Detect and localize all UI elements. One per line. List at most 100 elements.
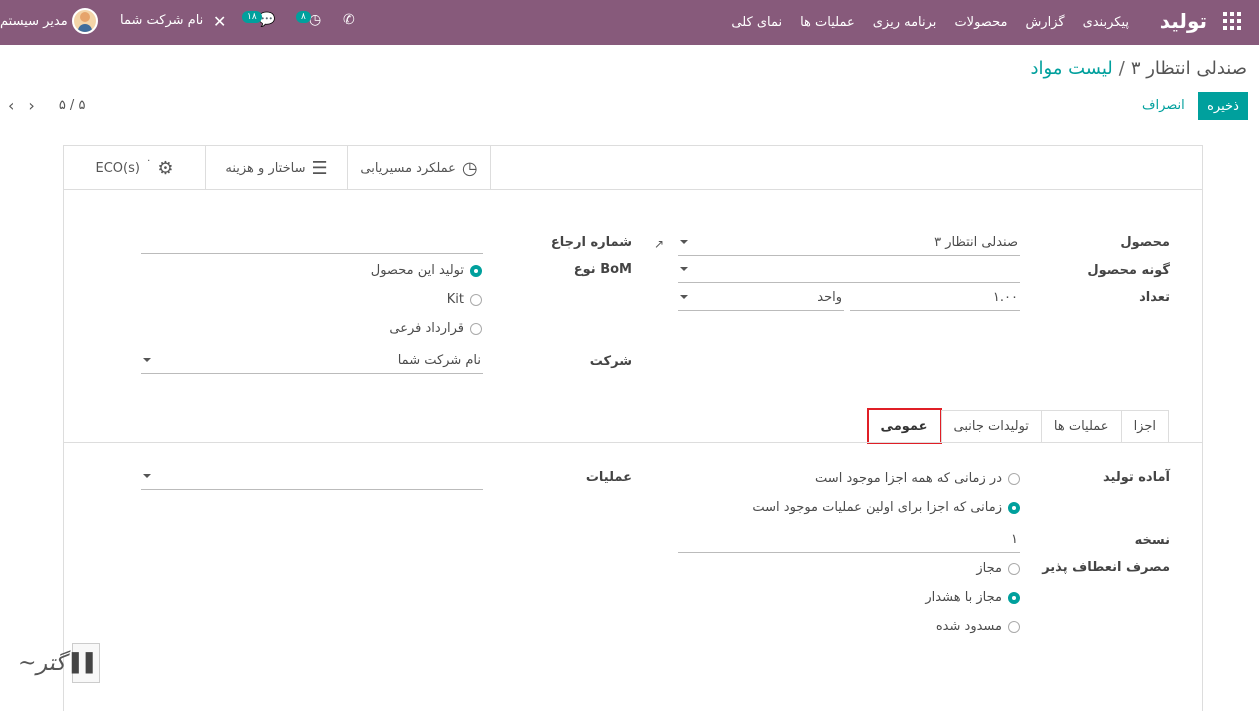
breadcrumb-separator: / [1118,58,1125,79]
user-name: مدیر سیستم [0,13,68,29]
version-field[interactable]: ۱ [678,529,1020,553]
bom-type-label: نوع BoM [573,262,632,277]
variant-field[interactable] [678,259,1020,283]
operation-field[interactable] [141,466,483,490]
company-dropdown-icon[interactable] [143,358,151,362]
external-link-icon[interactable]: ↗ [654,237,664,251]
flex-option: مسدود شده [935,619,1002,634]
tab-general[interactable]: عمومی [866,408,942,444]
activities-badge: ۸ [296,11,311,23]
product-value: صندلی انتظار ۳ [934,235,1018,250]
product-field[interactable]: صندلی انتظار ۳ [678,232,1020,256]
messages-badge: ۱۸ [242,11,262,23]
company-field[interactable]: نام شرکت شما [141,350,483,374]
app-brand[interactable]: تولید [1160,9,1207,33]
routing-label: عملکرد مسیریابی [360,160,456,176]
quantity-field[interactable]: ۱.۰۰ [850,287,1020,311]
tab-operations[interactable]: عملیات ها [1040,410,1122,442]
ready-option: در زمانی که همه اجزا موجود است [815,471,1002,486]
clock-icon: ◷ [461,157,478,179]
main-menu: نمای کلی عملیات ها برنامه ریزی محصولات گ… [731,0,1129,45]
menu-item-operations[interactable]: عملیات ها [800,15,855,30]
bom-type-subcontract[interactable]: قرارداد فرعی [389,321,482,336]
tab-byproducts[interactable]: تولیدات جانبی [940,410,1042,442]
cancel-button[interactable]: انصراف [1142,98,1185,113]
eco-count: ۰ [145,154,152,166]
version-label: نسخه [1134,533,1170,548]
reference-field[interactable] [141,230,483,254]
radio-button[interactable] [470,264,482,277]
bom-type-option: تولید این محصول [370,263,464,278]
pager-prev-icon[interactable]: ‹ [8,96,14,115]
flex-blocked[interactable]: مسدود شده [936,619,1020,634]
ready-option: زمانی که اجزا برای اولین عملیات موجود اس… [752,500,1002,515]
operation-label: عملیات [585,470,632,485]
structure-cost-button[interactable]: ساختار و هزینه ☰ [206,146,348,190]
flex-allowed[interactable]: مجاز [976,561,1020,576]
ready-first-operation[interactable]: زمانی که اجزا برای اولین عملیات موجود اس… [752,500,1020,515]
radio-button[interactable] [1008,591,1020,604]
radio-button[interactable] [1008,501,1020,514]
systray: مدیر سیستم نام شرکت شما ✕ 💬 ۱۸ ◷ ۸ ✆ [0,0,500,45]
product-label: محصول [1120,235,1170,250]
app-menu-icon[interactable] [1223,12,1241,30]
bom-type-option: قرارداد فرعی [389,321,464,336]
save-button[interactable]: ذخیره [1198,92,1248,120]
radio-button[interactable] [470,293,482,306]
breadcrumb-parent[interactable]: لیست مواد [1030,58,1112,79]
activity-clock-icon[interactable]: ◷ [309,12,321,28]
gears-icon: ⚙ [157,157,174,179]
watermark-mark-icon: ▌▌ [71,643,100,683]
tab-divider [64,442,1202,443]
radio-button[interactable] [1008,620,1020,633]
company-value: نام شرکت شما [397,353,481,368]
operation-dropdown-icon[interactable] [143,474,151,478]
breadcrumb-current: صندلی انتظار ۳ [1130,58,1247,79]
debug-tools-icon[interactable]: ✕ [213,12,226,31]
breadcrumb: لیست مواد / صندلی انتظار ۳ [1030,58,1247,79]
flex-option: مجاز [976,561,1002,576]
button-box: عملکرد مسیریابی ◷ ساختار و هزینه ☰ ECO(s… [64,146,1202,190]
routing-performance-button[interactable]: عملکرد مسیریابی ◷ [348,146,491,190]
menu-item-overview[interactable]: نمای کلی [731,15,782,30]
radio-button[interactable] [1008,472,1020,485]
radio-button[interactable] [1008,562,1020,575]
uom-field[interactable]: واحد [678,287,844,311]
pager-next-icon[interactable]: › [28,96,34,115]
structure-label: ساختار و هزینه [225,160,306,176]
menu-item-planning[interactable]: برنامه ریزی [873,15,937,30]
bom-type-manufacture[interactable]: تولید این محصول [371,263,482,278]
menu-item-reporting[interactable]: گزارش [1025,15,1064,30]
version-value: ۱ [1011,532,1018,547]
company-label: شرکت [589,354,632,369]
notebook-tabs: اجزا عملیات ها تولیدات جانبی عمومی [866,408,1169,444]
avatar [71,8,98,34]
watermark-script: ~ﮔﺘﺮ [18,650,66,676]
variant-label: گونه محصول [1087,263,1170,278]
ready-label: آماده تولید [1103,470,1170,485]
quantity-label: تعداد [1139,290,1170,305]
eco-label: ECO(s) [95,160,140,176]
quantity-value: ۱.۰۰ [992,290,1018,305]
uom-dropdown-icon[interactable] [680,295,688,299]
reference-label: شماره ارجاع [550,235,632,250]
flexible-consumption-label: مصرف انعطاف پذیر [1042,560,1170,575]
menu-item-products[interactable]: محصولات [954,15,1007,30]
watermark-logo: ~ﮔﺘﺮ ▌▌ [18,643,100,683]
list-icon: ☰ [311,157,328,179]
tab-components[interactable]: اجزا [1120,410,1169,442]
user-menu[interactable]: مدیر سیستم [0,8,98,34]
form-sheet: عملکرد مسیریابی ◷ ساختار و هزینه ☰ ECO(s… [63,145,1203,711]
product-dropdown-icon[interactable] [680,240,688,244]
ready-all-components[interactable]: در زمانی که همه اجزا موجود است [815,471,1020,486]
eco-button[interactable]: ECO(s) ۰ ⚙ [64,146,206,190]
menu-item-configuration[interactable]: پیکربندی [1083,15,1129,30]
flex-allowed-warning[interactable]: مجاز با هشدار [925,590,1020,605]
variant-dropdown-icon[interactable] [680,267,688,271]
bom-type-option: Kit [446,292,464,307]
phone-icon[interactable]: ✆ [343,12,355,28]
radio-button[interactable] [470,322,482,335]
pager-value[interactable]: ۵ / ۵ [59,98,86,113]
company-switcher[interactable]: نام شرکت شما [120,13,203,28]
bom-type-kit[interactable]: Kit [447,292,482,307]
